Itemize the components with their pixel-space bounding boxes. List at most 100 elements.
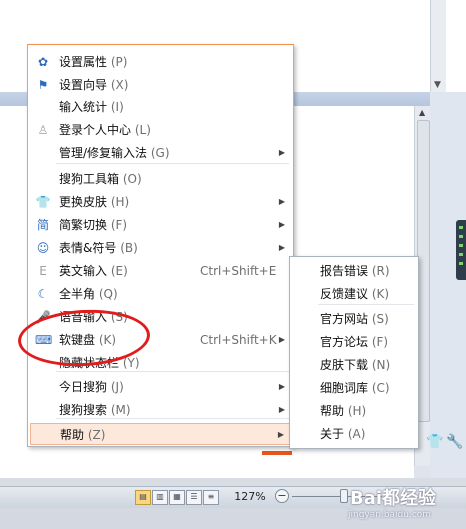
menu-item-accelerator: (B): [120, 241, 138, 255]
submenu-item[interactable]: 报告错误 (R): [292, 260, 416, 282]
view-draft-button[interactable]: ≡: [203, 490, 219, 505]
submenu-item-text: 官方论坛: [320, 335, 369, 349]
submenu-item-label: 关于 (A): [320, 423, 365, 445]
submenu-item-label: 官方论坛 (F): [320, 331, 388, 353]
menu-item-label: 设置向导 (X): [59, 74, 128, 96]
jian-fan-icon: 简: [36, 218, 49, 232]
right-side-panel: [430, 92, 466, 482]
submenu-item-text: 细胞词库: [320, 381, 369, 395]
submenu-item[interactable]: 细胞词库 (C): [292, 377, 416, 399]
scroll-up-arrow-icon[interactable]: ▲: [419, 108, 425, 117]
menu-item[interactable]: ⌨ 软键盘 (K) Ctrl+Shift+K ▶: [30, 329, 291, 351]
menu-item[interactable]: 输入统计 (I): [30, 96, 291, 118]
submenu-item[interactable]: 帮助 (H): [292, 400, 416, 422]
menu-item-text: 登录个人中心: [59, 123, 132, 137]
menu-item-accelerator: (Q): [98, 287, 118, 301]
menu-item-accelerator: (Y): [122, 356, 140, 370]
sogou-context-menu: ✿ 设置属性 (P) ⚑ 设置向导 (X) 输入统计 (I) ♙ 登录个人中心 (L) 管理/…: [27, 44, 294, 447]
submenu-item-label: 细胞词库 (C): [320, 377, 390, 399]
submenu-item[interactable]: 官方论坛 (F): [292, 331, 416, 353]
zoom-slider-thumb[interactable]: [340, 489, 348, 503]
menu-item[interactable]: 简简繁切换 (F) ▶: [30, 214, 291, 236]
menu-item[interactable]: 👕 更换皮肤 (H) ▶: [30, 191, 291, 213]
submenu-item-text: 关于: [320, 427, 345, 441]
menu-item-shortcut: Ctrl+Shift+K: [200, 333, 277, 347]
menu-item[interactable]: E 英文输入 (E) Ctrl+Shift+E: [30, 260, 291, 282]
moon-icon: ☾: [37, 287, 49, 301]
menu-item[interactable]: ⚑ 设置向导 (X): [30, 74, 291, 96]
menu-item[interactable]: ☾ 全半角 (Q): [30, 283, 291, 305]
zoom-out-button[interactable]: −: [275, 489, 289, 503]
submenu-item[interactable]: 反馈建议 (K): [292, 283, 416, 305]
side-panel-tab[interactable]: [456, 220, 466, 280]
menu-item-text: 隐藏状态栏: [59, 356, 120, 370]
submenu-item-accelerator: (K): [371, 287, 390, 301]
view-print-layout-button[interactable]: ▤: [135, 490, 151, 505]
menu-item[interactable]: 搜狗搜索 (M) ▶: [30, 399, 291, 421]
view-outline-button[interactable]: ☰: [186, 490, 202, 505]
menu-item-accelerator: (I): [110, 100, 124, 114]
menu-item-accelerator: (M): [110, 403, 131, 417]
view-web-layout-button[interactable]: ▦: [169, 490, 185, 505]
scroll-down-arrow-icon[interactable]: ▼: [434, 80, 441, 90]
submenu-item-label: 反馈建议 (K): [320, 283, 389, 305]
submenu-item-label: 帮助 (H): [320, 400, 366, 422]
menu-item[interactable]: 🎤 语音输入 (S): [30, 306, 291, 328]
menu-item[interactable]: ♙ 登录个人中心 (L): [30, 119, 291, 141]
skin-shirt-icon[interactable]: 👕: [426, 434, 443, 450]
submenu-arrow-icon: ▶: [278, 197, 285, 206]
menu-item[interactable]: 帮助 (Z) ▶: [30, 423, 291, 445]
menu-item-text: 搜狗工具箱: [59, 172, 120, 186]
menu-item-shortcut: Ctrl+Shift+E: [200, 264, 277, 278]
menu-item-text: 软键盘: [59, 333, 96, 347]
submenu-item-label: 官方网站 (S): [320, 308, 389, 330]
submenu-item-text: 报告错误: [320, 264, 369, 278]
zoom-level[interactable]: 127%: [230, 489, 270, 505]
menu-item[interactable]: ☺ 表情&符号 (B) ▶: [30, 237, 291, 259]
user-icon: ♙: [37, 123, 49, 137]
english-e-icon: E: [39, 264, 47, 278]
submenu-item-accelerator: (C): [371, 381, 390, 395]
submenu-item-accelerator: (F): [371, 335, 389, 349]
submenu-item-accelerator: (N): [371, 358, 391, 372]
wrench-icon[interactable]: 🔧: [446, 434, 463, 450]
menu-item-accelerator: (E): [110, 264, 128, 278]
menu-item-text: 设置属性: [59, 55, 108, 69]
submenu-item-label: 皮肤下载 (N): [320, 354, 390, 376]
menu-item[interactable]: 管理/修复输入法 (G) ▶: [30, 142, 291, 164]
menu-item-text: 全半角: [59, 287, 96, 301]
menu-item[interactable]: 今日搜狗 (J) ▶: [30, 376, 291, 398]
menu-item[interactable]: 隐藏状态栏 (Y): [30, 352, 291, 374]
menu-item-text: 帮助: [60, 428, 85, 442]
smiley-icon: ☺: [36, 241, 50, 255]
submenu-item-accelerator: (S): [371, 312, 389, 326]
menu-item-label: 语音输入 (S): [59, 306, 128, 328]
menu-item-accelerator: (H): [110, 195, 130, 209]
menu-item-label: 隐藏状态栏 (Y): [59, 352, 140, 374]
baidu-watermark: Bai都经验 jingyan.baidu.com: [348, 484, 466, 528]
microphone-icon: 🎤: [35, 310, 51, 324]
submenu-item[interactable]: 皮肤下载 (N): [292, 354, 416, 376]
menu-item-accelerator: (Z): [87, 428, 106, 442]
submenu-item[interactable]: 官方网站 (S): [292, 308, 416, 330]
menu-item-label: 搜狗搜索 (M): [59, 399, 131, 421]
menu-item[interactable]: 搜狗工具箱 (O): [30, 168, 291, 190]
menu-item-accelerator: (O): [122, 172, 142, 186]
menu-item-label: 今日搜狗 (J): [59, 376, 124, 398]
menu-item-text: 语音输入: [59, 310, 108, 324]
menu-item-accelerator: (L): [134, 123, 151, 137]
menu-item-accelerator: (X): [110, 78, 129, 92]
menu-item-label: 全半角 (Q): [59, 283, 118, 305]
submenu-item-accelerator: (A): [347, 427, 366, 441]
top-scrollbar[interactable]: ▼: [430, 0, 446, 92]
submenu-arrow-icon: ▶: [278, 382, 285, 391]
keyboard-icon: ⌨: [35, 333, 53, 347]
submenu-arrow-icon: ▶: [278, 148, 285, 157]
menu-item[interactable]: ✿ 设置属性 (P): [30, 51, 291, 73]
submenu-item[interactable]: 关于 (A): [292, 423, 416, 445]
menu-item-text: 表情&符号: [59, 241, 117, 255]
submenu-arrow-icon: ▶: [278, 405, 285, 414]
submenu-arrow-icon: ▶: [278, 220, 285, 229]
view-reading-button[interactable]: ▥: [152, 490, 168, 505]
submenu-item-text: 官方网站: [320, 312, 369, 326]
